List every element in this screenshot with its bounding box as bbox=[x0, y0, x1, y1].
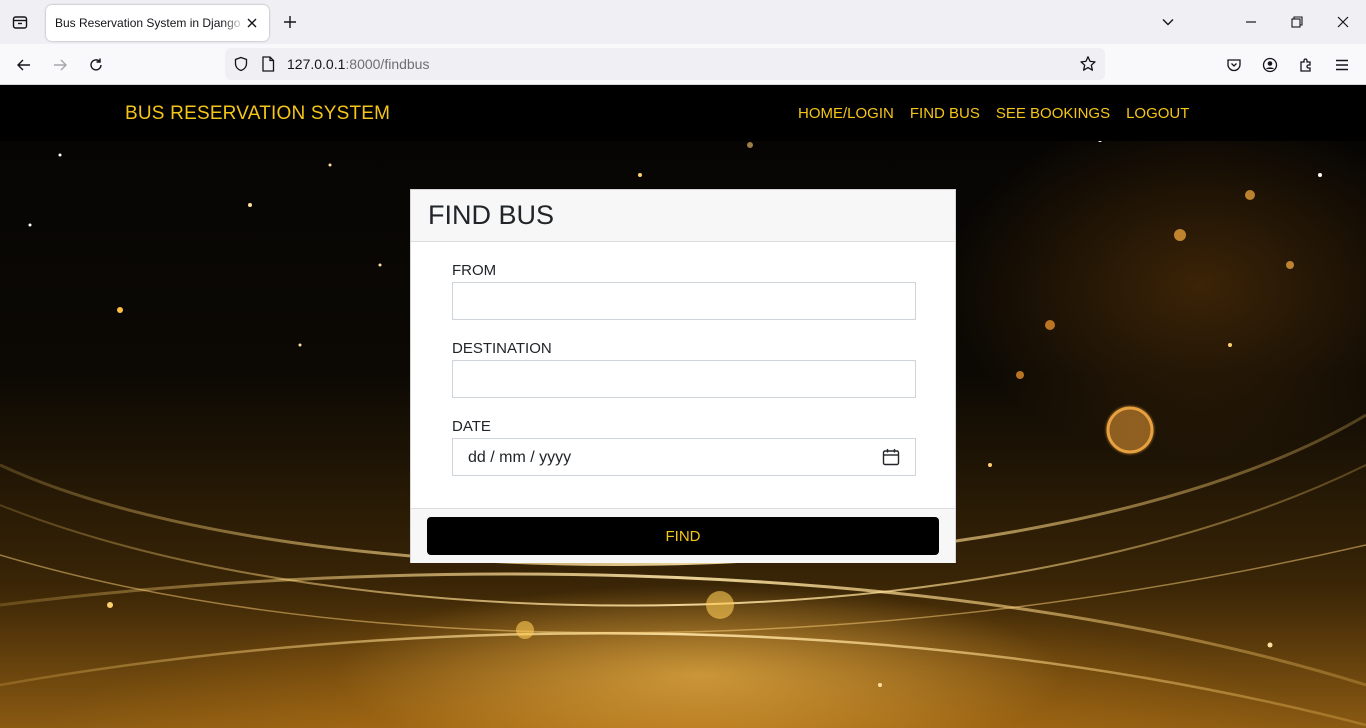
reload-icon[interactable] bbox=[83, 52, 109, 78]
menu-icon[interactable] bbox=[1329, 52, 1355, 78]
browser-tab[interactable]: Bus Reservation System in Django Framewo… bbox=[46, 5, 269, 41]
form-title: FIND BUS bbox=[428, 200, 555, 230]
page-content: BUS RESERVATION SYSTEM HOME/LOGIN FIND B… bbox=[0, 85, 1366, 728]
destination-label: DESTINATION bbox=[452, 340, 552, 357]
find-bus-card: FIND BUS FROM DESTINATION DATE dd / mm /… bbox=[410, 189, 956, 563]
browser-nav-bar: 127.0.0.1:8000/findbus bbox=[0, 44, 1366, 85]
extensions-icon[interactable] bbox=[1293, 52, 1319, 78]
browser-tab-bar: Bus Reservation System in Django Framewo… bbox=[0, 0, 1366, 44]
url-path: :8000/findbus bbox=[345, 56, 430, 72]
list-all-tabs-icon[interactable] bbox=[1154, 8, 1182, 36]
card-footer: FIND bbox=[411, 508, 955, 563]
url-host: 127.0.0.1 bbox=[287, 56, 346, 72]
date-input[interactable]: dd / mm / yyyy bbox=[452, 438, 916, 476]
shield-icon[interactable] bbox=[232, 55, 250, 73]
from-label: FROM bbox=[452, 262, 497, 279]
destination-input[interactable] bbox=[452, 360, 916, 398]
restore-icon[interactable] bbox=[1283, 8, 1311, 36]
nav-link-logout[interactable]: LOGOUT bbox=[1126, 105, 1189, 122]
address-bar[interactable]: 127.0.0.1:8000/findbus bbox=[225, 48, 1105, 80]
card-body: FROM DESTINATION DATE dd / mm / yyyy bbox=[411, 242, 955, 508]
from-input[interactable] bbox=[452, 282, 916, 320]
site-nav: HOME/LOGIN FIND BUS SEE BOOKINGS LOGOUT bbox=[798, 105, 1189, 122]
account-icon[interactable] bbox=[1257, 52, 1283, 78]
nav-link-see-bookings[interactable]: SEE BOOKINGS bbox=[996, 105, 1110, 122]
nav-link-find-bus[interactable]: FIND BUS bbox=[910, 105, 980, 122]
date-placeholder: dd / mm / yyyy bbox=[468, 449, 572, 466]
back-icon[interactable] bbox=[11, 52, 37, 78]
card-header: FIND BUS bbox=[411, 190, 955, 242]
nav-link-home-login[interactable]: HOME/LOGIN bbox=[798, 105, 894, 122]
calendar-icon[interactable] bbox=[882, 448, 900, 466]
page-icon[interactable] bbox=[259, 55, 277, 73]
date-label: DATE bbox=[452, 418, 491, 435]
site-header: BUS RESERVATION SYSTEM HOME/LOGIN FIND B… bbox=[0, 85, 1366, 141]
minimize-icon[interactable] bbox=[1237, 8, 1265, 36]
brand-title[interactable]: BUS RESERVATION SYSTEM bbox=[125, 103, 390, 125]
new-tab-icon[interactable] bbox=[278, 10, 302, 34]
tab-title: Bus Reservation System in Django Framewo… bbox=[55, 16, 245, 30]
bookmark-star-icon[interactable] bbox=[1079, 55, 1097, 73]
url-text[interactable]: 127.0.0.1:8000/findbus bbox=[287, 56, 429, 72]
pocket-icon[interactable] bbox=[1221, 52, 1247, 78]
tab-list-icon[interactable] bbox=[8, 10, 32, 34]
close-window-icon[interactable] bbox=[1329, 8, 1357, 36]
close-tab-icon[interactable] bbox=[243, 14, 261, 32]
forward-icon[interactable] bbox=[47, 52, 73, 78]
find-button[interactable]: FIND bbox=[427, 517, 939, 555]
